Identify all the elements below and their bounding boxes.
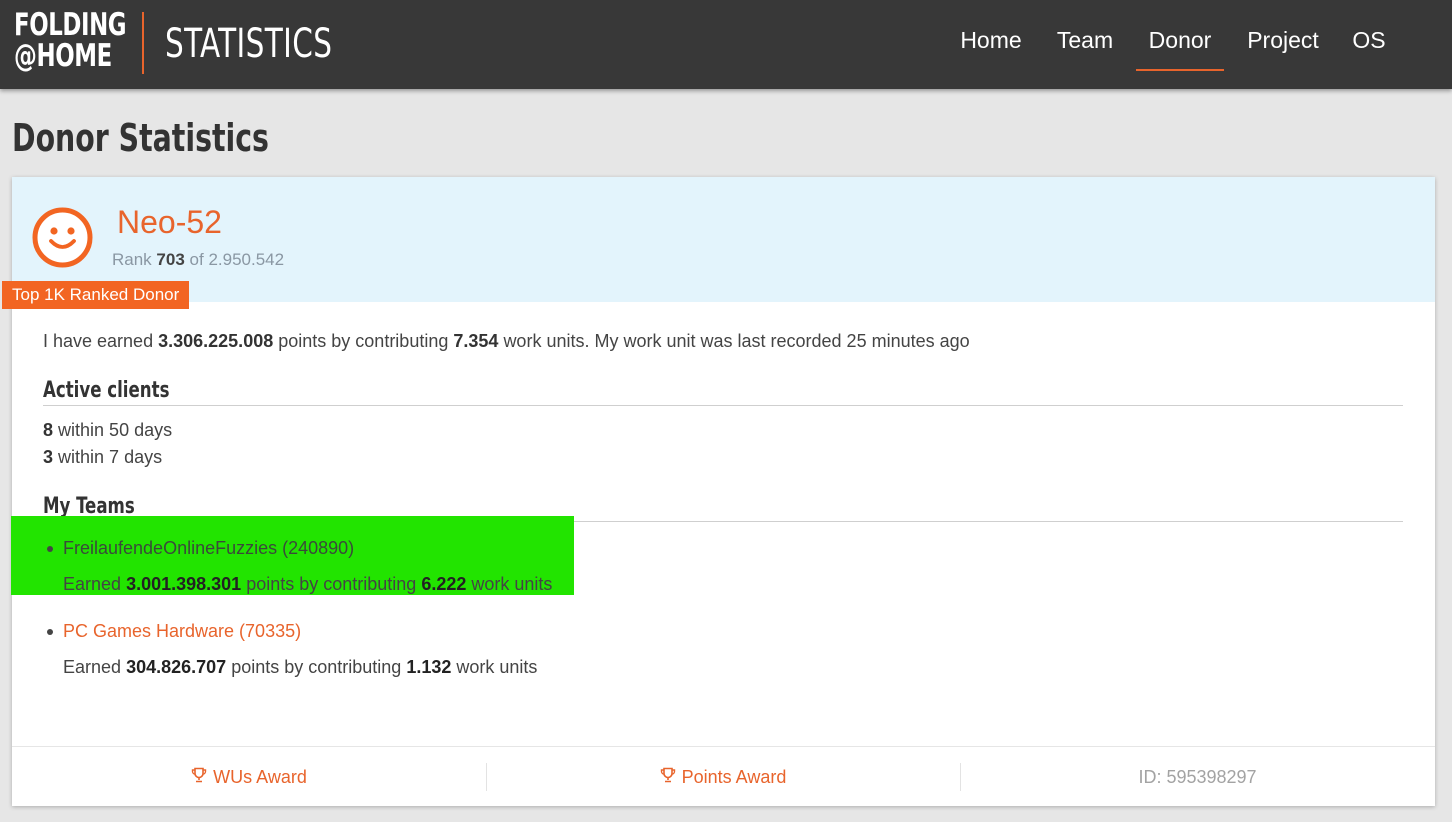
wu-label: work units xyxy=(456,657,538,677)
donor-id-cell: ID: 595398297 xyxy=(960,747,1435,807)
page-title: Donor Statistics xyxy=(12,116,269,160)
active-clients-7-days: 3 within 7 days xyxy=(43,445,162,469)
donor-card-footer: WUs Award Points Award ID: 595398297 xyxy=(12,746,1435,806)
rank-value: 703 xyxy=(156,250,185,269)
donor-name[interactable]: Neo-52 xyxy=(117,202,222,242)
active-clients-divider xyxy=(43,405,1403,406)
earned-label: Earned xyxy=(63,657,122,677)
active-clients-heading: Active clients xyxy=(43,378,170,403)
summary-points: 3.306.225.008 xyxy=(158,331,274,351)
nav-home[interactable]: Home xyxy=(957,25,1025,71)
client-count: 3 xyxy=(43,447,54,467)
summary-prefix: I have earned xyxy=(43,331,154,351)
list-bullet xyxy=(47,546,53,552)
wus-award-link[interactable]: WUs Award xyxy=(191,767,307,788)
team-link[interactable]: FreilaufendeOnlineFuzzies (240890) xyxy=(63,535,354,561)
points-award-link[interactable]: Points Award xyxy=(660,766,787,788)
rank-of-label: of xyxy=(189,250,204,269)
rank-total: 2.950.542 xyxy=(208,250,285,269)
top-ranked-badge: Top 1K Ranked Donor xyxy=(2,281,190,309)
team-work-units: 1.132 xyxy=(406,657,452,677)
top-navbar: FOLDING @HOME STATISTICS Home Team Donor… xyxy=(0,0,1452,89)
nav-os[interactable]: OS xyxy=(1351,25,1387,71)
summary-work-units: 7.354 xyxy=(453,331,499,351)
earned-label: Earned xyxy=(63,574,122,594)
rank-label: Rank xyxy=(112,250,152,269)
team-link[interactable]: PC Games Hardware (70335) xyxy=(63,618,301,644)
nav-project[interactable]: Project xyxy=(1243,25,1323,71)
nav-team[interactable]: Team xyxy=(1054,25,1116,71)
team-earned: Earned 3.001.398.301 points by contribut… xyxy=(63,571,552,597)
team-points: 3.001.398.301 xyxy=(126,574,242,594)
points-label: points by contributing xyxy=(231,657,402,677)
points-label: points by contributing xyxy=(246,574,417,594)
donor-rank: Rank 703 of 2.950.542 xyxy=(112,249,284,271)
team-earned: Earned 304.826.707 points by contributin… xyxy=(63,654,537,680)
active-clients-50-days: 8 within 50 days xyxy=(43,418,172,442)
donor-id: ID: 595398297 xyxy=(1138,766,1257,787)
list-bullet xyxy=(47,629,53,635)
summary-mid: points by contributing xyxy=(278,331,449,351)
logo-line-1: FOLDING xyxy=(14,7,127,43)
donor-card: Neo-52 Rank 703 of 2.950.542 Top 1K Rank… xyxy=(2,177,1435,806)
trophy-icon xyxy=(660,767,675,782)
donor-summary: I have earned 3.306.225.008 points by co… xyxy=(43,329,970,353)
wu-label: work units xyxy=(471,574,553,594)
client-count: 8 xyxy=(43,420,54,440)
summary-suffix: work units. My work unit was last record… xyxy=(503,331,970,351)
logo-divider xyxy=(142,12,144,74)
team-points: 304.826.707 xyxy=(126,657,227,677)
donor-card-header: Neo-52 Rank 703 of 2.950.542 Top 1K Rank… xyxy=(2,177,1435,309)
trophy-icon xyxy=(191,767,207,782)
team-work-units: 6.222 xyxy=(421,574,467,594)
client-period: within 50 days xyxy=(58,420,173,440)
site-title[interactable]: STATISTICS xyxy=(165,21,332,67)
wus-award-cell: WUs Award xyxy=(12,747,486,807)
client-period: within 7 days xyxy=(58,447,163,467)
points-award-label: Points Award xyxy=(681,766,787,787)
nav-donor[interactable]: Donor xyxy=(1136,25,1224,71)
wus-award-label: WUs Award xyxy=(213,766,307,787)
points-award-cell: Points Award xyxy=(486,747,960,807)
smiley-face-icon xyxy=(32,207,93,268)
folding-at-home-logo[interactable]: FOLDING @HOME xyxy=(14,7,127,74)
logo-line-2: @HOME xyxy=(14,38,112,74)
